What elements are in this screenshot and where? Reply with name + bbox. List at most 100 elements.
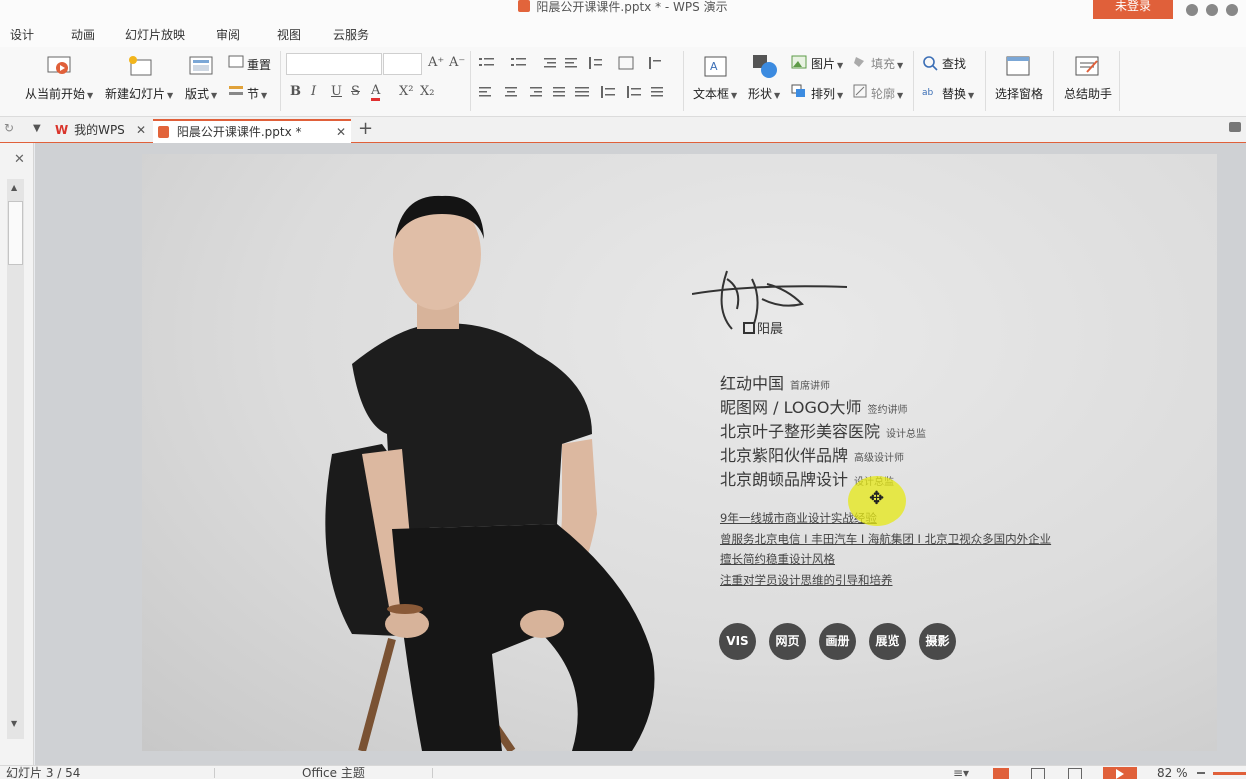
close-tab-icon[interactable]: ✕ <box>136 119 146 141</box>
tab-view[interactable]: 视图 <box>277 26 301 43</box>
settings-icon[interactable] <box>1206 4 1218 16</box>
slide[interactable]: 阳晨 红动中国 首席讲师 昵图网 / LOGO大师 签约讲师 北京叶子整形美容医院设… <box>142 154 1217 751</box>
separator <box>470 51 471 111</box>
role-item[interactable]: 北京叶子整形美容医院 设计总监 <box>720 418 926 442</box>
arrange-button[interactable]: 排列 ▼ <box>811 85 843 102</box>
fill-button[interactable]: 填充 ▼ <box>871 55 903 72</box>
scroll-down-icon[interactable]: ▼ <box>11 719 17 728</box>
superscript-button[interactable]: X² <box>399 84 413 99</box>
window-controls <box>1178 1 1238 20</box>
tab-active-document[interactable]: 阳晨公开课课件.pptx * ✕ <box>153 119 351 143</box>
separator <box>985 51 986 111</box>
info-line[interactable]: 擅长简约稳重设计风格 <box>720 551 835 567</box>
slide-sorter-icon[interactable] <box>1031 768 1045 779</box>
zoom-slider[interactable] <box>1213 772 1246 775</box>
skill-badge[interactable]: VIS <box>719 623 756 660</box>
font-size-select[interactable] <box>383 53 422 75</box>
zoom-out-icon[interactable] <box>1197 772 1205 774</box>
move-cursor-icon: ✥ <box>869 488 885 509</box>
subscript-button[interactable]: X₂ <box>420 84 434 99</box>
window-title: 阳晨公开课课件.pptx * - WPS 演示 <box>0 0 1246 14</box>
info-line[interactable]: 曾服务北京电信 I 丰田汽车 I 海航集团 I 北京卫视众多国内外企业 <box>720 531 1051 547</box>
role-item[interactable]: 昵图网 / LOGO大师 签约讲师 <box>720 394 908 418</box>
replace-icon: ab <box>922 88 934 98</box>
font-color-button[interactable]: A <box>371 84 381 101</box>
notes-icon[interactable] <box>1229 122 1241 132</box>
close-tab-icon[interactable]: ✕ <box>336 121 346 143</box>
summary-assistant-icon <box>1075 56 1099 76</box>
font-family-select[interactable] <box>286 53 382 75</box>
login-button[interactable]: 未登录 <box>1093 0 1173 19</box>
skin-icon[interactable] <box>1186 4 1198 16</box>
share-icon[interactable] <box>1226 4 1238 16</box>
separator <box>1053 51 1054 111</box>
info-line[interactable]: 注重对学员设计思维的引导和培养 <box>720 572 893 588</box>
skill-badge[interactable]: 网页 <box>769 623 806 660</box>
new-tab-icon[interactable]: + <box>358 118 373 139</box>
outline-button[interactable]: 轮廓 ▼ <box>871 85 903 102</box>
tab-cloud[interactable]: 云服务 <box>333 26 369 43</box>
slide-index: 幻灯片 3 / 54 <box>6 766 81 779</box>
picture-button[interactable]: 图片 ▼ <box>811 55 843 72</box>
find-button[interactable]: 查找 <box>942 55 966 72</box>
signature-logo[interactable]: 阳晨 <box>692 269 852 341</box>
selection-pane-icon <box>1006 56 1030 76</box>
underline-button[interactable]: U <box>331 84 342 99</box>
scroll-up-icon[interactable]: ▲ <box>11 183 17 192</box>
summary-assistant-button[interactable]: 总结助手 <box>1064 85 1112 102</box>
skill-badge[interactable]: 画册 <box>819 623 856 660</box>
close-panel-icon[interactable]: ✕ <box>14 152 25 167</box>
selection-pane-button[interactable]: 选择窗格 <box>995 85 1043 102</box>
separator <box>432 768 433 778</box>
pptx-file-icon <box>158 126 169 138</box>
outline-icon <box>853 84 867 98</box>
tab-animation[interactable]: 动画 <box>71 26 95 43</box>
wps-presentation-icon <box>518 0 531 12</box>
ribbon: 从当前开始 ▼ 新建幻灯片 ▼ 版式 ▼ 重置 节 ▼ A⁺ A⁻ B I U S A … <box>0 47 1246 117</box>
separator <box>1119 51 1120 111</box>
new-slide-icon <box>129 56 152 76</box>
replace-button[interactable]: 替换 ▼ <box>942 85 974 102</box>
tab-my-wps[interactable]: W 我的WPS ✕ <box>50 119 148 143</box>
tab-list-dropdown-icon[interactable]: ▼ <box>33 123 41 134</box>
scrollbar-thumb[interactable] <box>8 201 23 265</box>
textbox-button[interactable]: 文本框 ▼ <box>693 85 737 102</box>
layout-icon <box>189 56 213 75</box>
shape-icon <box>753 55 777 78</box>
status-bar: 幻灯片 3 / 54 Office 主题 ≡▾ 82 % <box>0 765 1246 779</box>
tab-design[interactable]: 设计 <box>10 26 34 43</box>
play-from-current-icon <box>47 56 71 74</box>
skill-badge[interactable]: 摄影 <box>919 623 956 660</box>
document-tab-bar: ↻ ▼ W 我的WPS ✕ 阳晨公开课课件.pptx * ✕ + <box>0 117 1246 143</box>
new-slide-button[interactable]: 新建幻灯片 ▼ <box>105 85 173 102</box>
bold-button[interactable]: B <box>290 84 301 99</box>
shape-button[interactable]: 形状 ▼ <box>748 85 780 102</box>
paragraph-list-icons[interactable] <box>479 56 674 70</box>
normal-view-icon[interactable] <box>993 768 1009 779</box>
fill-icon <box>854 57 864 67</box>
reset-icon <box>228 55 244 68</box>
notes-toggle-icon[interactable]: ≡▾ <box>953 766 969 779</box>
presenter-photo[interactable] <box>292 184 692 751</box>
textbox-icon: A <box>704 56 727 77</box>
section-button[interactable]: 节 ▼ <box>247 85 267 102</box>
tab-slideshow[interactable]: 幻灯片放映 <box>125 26 185 43</box>
tab-review[interactable]: 审阅 <box>216 26 240 43</box>
reset-button[interactable]: 重置 <box>247 56 271 73</box>
reading-view-icon[interactable] <box>1068 768 1082 779</box>
skill-badge[interactable]: 展览 <box>869 623 906 660</box>
separator <box>683 51 684 111</box>
undo-icon[interactable]: ↻ <box>4 121 14 135</box>
role-item[interactable]: 北京紫阳伙伴品牌 高级设计师 <box>720 442 904 466</box>
signature-label: 阳晨 <box>757 322 783 337</box>
italic-button[interactable]: I <box>311 84 316 99</box>
strike-button[interactable]: S <box>351 84 360 99</box>
paragraph-align-icons[interactable] <box>479 85 679 99</box>
shrink-font-button[interactable]: A⁻ <box>449 55 465 70</box>
layout-button[interactable]: 版式 ▼ <box>185 85 217 102</box>
slide-thumbnail-panel: ✕ ▲ ▼ <box>0 143 34 765</box>
role-item[interactable]: 红动中国 首席讲师 <box>720 370 830 394</box>
grow-font-button[interactable]: A⁺ <box>428 55 444 70</box>
play-from-current-button[interactable]: 从当前开始 ▼ <box>25 85 93 102</box>
wps-logo-icon: W <box>55 123 69 137</box>
